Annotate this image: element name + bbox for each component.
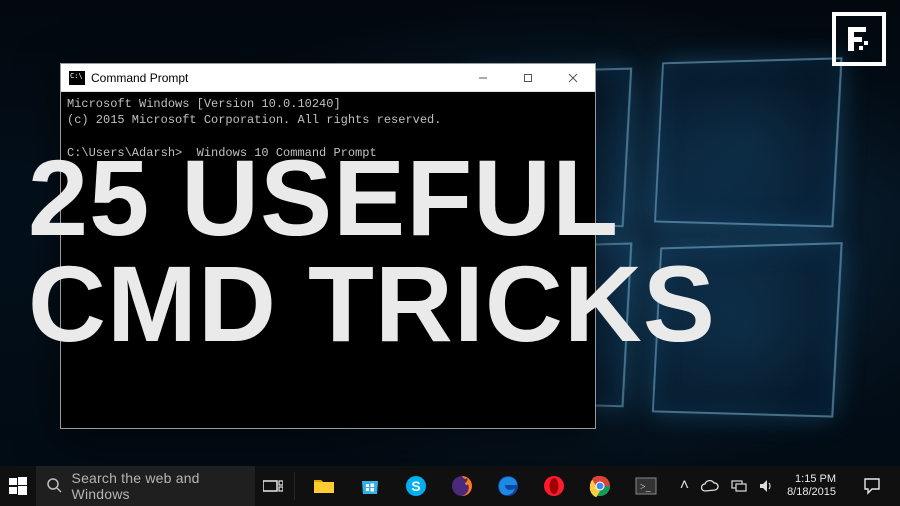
search-box[interactable]: Search the web and Windows bbox=[36, 466, 256, 506]
minimize-button[interactable] bbox=[460, 64, 505, 92]
app-firefox[interactable] bbox=[440, 466, 484, 506]
show-hidden-icons[interactable]: ˄ bbox=[680, 477, 689, 495]
volume-icon[interactable] bbox=[759, 479, 775, 493]
task-view-button[interactable] bbox=[255, 466, 291, 506]
app-terminal[interactable]: >_ bbox=[624, 466, 668, 506]
action-center-button[interactable] bbox=[852, 466, 892, 506]
headline-line1: 25 USEFUL bbox=[28, 145, 716, 251]
terminal-line: Microsoft Windows [Version 10.0.10240] bbox=[67, 97, 341, 111]
taskbar: Search the web and Windows S bbox=[0, 466, 900, 506]
app-windows-store[interactable] bbox=[348, 466, 392, 506]
app-skype[interactable]: S bbox=[394, 466, 438, 506]
onedrive-icon[interactable] bbox=[701, 480, 719, 492]
app-file-explorer[interactable] bbox=[302, 466, 346, 506]
titlebar[interactable]: Command Prompt bbox=[61, 64, 595, 92]
system-tray: ˄ 1:15 PM 8/18/2015 bbox=[672, 466, 900, 506]
search-placeholder: Search the web and Windows bbox=[72, 470, 246, 502]
app-chrome[interactable] bbox=[578, 466, 622, 506]
headline-text: 25 USEFUL CMD TRICKS bbox=[28, 145, 716, 357]
divider bbox=[294, 472, 295, 500]
close-button[interactable] bbox=[550, 64, 595, 92]
window-title: Command Prompt bbox=[91, 71, 188, 85]
network-icon[interactable] bbox=[731, 479, 747, 493]
terminal-line: (c) 2015 Microsoft Corporation. All righ… bbox=[67, 113, 441, 127]
svg-text:>_: >_ bbox=[640, 482, 652, 493]
headline-line2: CMD TRICKS bbox=[28, 251, 716, 357]
clock-time: 1:15 PM bbox=[787, 473, 836, 486]
clock[interactable]: 1:15 PM 8/18/2015 bbox=[787, 473, 840, 498]
maximize-button[interactable] bbox=[505, 64, 550, 92]
cmd-icon bbox=[69, 71, 85, 85]
start-button[interactable] bbox=[0, 466, 36, 506]
clock-date: 8/18/2015 bbox=[787, 486, 836, 499]
app-edge[interactable] bbox=[486, 466, 530, 506]
svg-text:S: S bbox=[411, 478, 420, 494]
taskbar-apps: S >_ bbox=[298, 466, 672, 506]
app-opera[interactable] bbox=[532, 466, 576, 506]
search-icon bbox=[46, 477, 62, 496]
watermark-logo bbox=[832, 12, 886, 66]
